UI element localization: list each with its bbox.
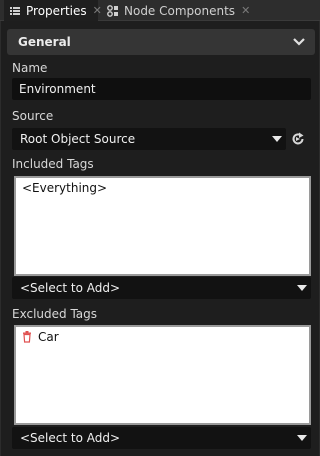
- excluded-tags-add-label: <Select to Add>: [20, 431, 121, 445]
- source-value: Root Object Source: [20, 132, 136, 146]
- chevron-down-icon: [297, 285, 307, 291]
- included-tags-list[interactable]: <Everything>: [14, 176, 311, 276]
- excluded-tags-label: Excluded Tags: [12, 307, 98, 321]
- source-dropdown[interactable]: Root Object Source: [12, 128, 286, 150]
- list-item[interactable]: Car: [16, 329, 309, 345]
- list-item[interactable]: <Everything>: [16, 180, 309, 196]
- chevron-down-icon: [272, 136, 282, 142]
- tab-bar: Properties ✕ Node Components ✕: [0, 0, 320, 21]
- properties-panel: General Name Environment Source Root Obj…: [0, 21, 320, 456]
- tab-properties[interactable]: Properties ✕: [4, 0, 102, 21]
- section-title: General: [18, 35, 71, 49]
- excluded-tags-list[interactable]: Car: [14, 325, 311, 425]
- excluded-tags-add-dropdown[interactable]: <Select to Add>: [12, 427, 311, 449]
- chevron-down-icon[interactable]: [292, 35, 306, 49]
- tab-node-components-label: Node Components: [124, 3, 236, 18]
- close-icon[interactable]: ✕: [93, 4, 102, 17]
- included-tags-label: Included Tags: [12, 157, 94, 171]
- chevron-down-icon: [297, 435, 307, 441]
- trash-icon[interactable]: [22, 331, 32, 343]
- included-tags-add-dropdown[interactable]: <Select to Add>: [12, 277, 311, 299]
- node-components-icon: [106, 4, 120, 18]
- list-icon: [8, 4, 22, 18]
- included-tags-add-label: <Select to Add>: [20, 281, 121, 295]
- tab-properties-label: Properties: [26, 3, 87, 18]
- reset-source-icon[interactable]: [290, 131, 306, 147]
- excluded-tag-label: Car: [38, 330, 59, 344]
- tab-node-components[interactable]: Node Components ✕: [102, 0, 250, 21]
- name-label: Name: [12, 61, 48, 75]
- source-label: Source: [12, 109, 54, 123]
- section-header-general[interactable]: General: [7, 29, 315, 55]
- name-field[interactable]: Environment: [12, 78, 311, 100]
- close-icon[interactable]: ✕: [241, 4, 250, 17]
